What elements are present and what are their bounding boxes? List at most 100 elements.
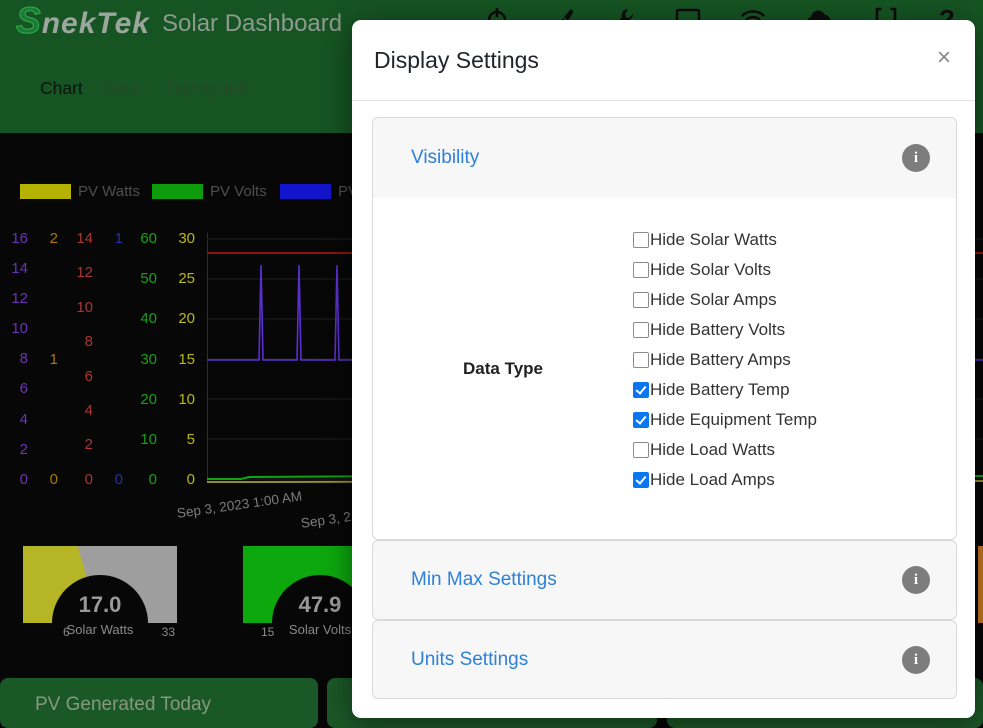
hide-checkbox-row[interactable]: Hide Solar Watts xyxy=(633,225,817,255)
checkbox[interactable] xyxy=(633,442,649,458)
axis-tick: 40 xyxy=(140,310,157,328)
gauge-partial-right xyxy=(978,546,983,646)
legend-swatch-green xyxy=(152,184,203,199)
units-settings-link[interactable]: Units Settings xyxy=(411,649,528,671)
tab-topograph[interactable]: Topograph xyxy=(166,78,249,99)
hide-checkbox-row[interactable]: Hide Load Amps xyxy=(633,465,817,495)
legend-swatch-blue xyxy=(280,184,331,199)
section-units-settings: Units Settings i xyxy=(372,620,957,699)
axis-tick: 1 xyxy=(114,230,123,247)
section-units-header[interactable]: Units Settings i xyxy=(373,621,956,699)
gauge-min: 15 xyxy=(261,625,275,639)
hide-checkbox-row[interactable]: Hide Battery Volts xyxy=(633,315,817,345)
axis-tick: 14 xyxy=(11,260,28,278)
legend-item-pv-volts[interactable]: PV Volts xyxy=(152,183,267,200)
solar-dashboard-page: SnekTek Solar Dashboard Chart Basic Topo… xyxy=(0,0,983,728)
axis-tick: 30 xyxy=(178,230,195,247)
x-axis-label: Sep 3, 2 xyxy=(300,509,352,531)
hide-checkbox-row[interactable]: Hide Equipment Temp xyxy=(633,405,817,435)
axis-tick: 50 xyxy=(140,270,157,288)
checkbox-label: Hide Battery Temp xyxy=(650,380,790,399)
axis-tick: 0 xyxy=(148,471,157,489)
display-settings-modal: Display Settings × Visibility i Data Typ… xyxy=(352,20,975,718)
legend-swatch-yellow xyxy=(20,184,71,199)
gauge-label: Solar Watts xyxy=(66,622,134,637)
tab-bar: Chart Basic Topograph xyxy=(40,78,248,99)
checkbox-label: Hide Solar Volts xyxy=(650,260,771,279)
visibility-link[interactable]: Visibility xyxy=(411,147,479,169)
checkbox-label: Hide Solar Amps xyxy=(650,290,777,309)
axis-tick: 4 xyxy=(84,401,93,419)
axis-tick: 6 xyxy=(19,380,28,398)
axis-tick: 30 xyxy=(140,350,157,368)
y-axis-yellow: 30 25 20 15 10 5 0 xyxy=(165,230,195,487)
checkbox[interactable] xyxy=(633,412,649,428)
legend-item-pv-amps[interactable]: PV xyxy=(280,183,358,200)
tab-basic[interactable]: Basic xyxy=(103,78,146,99)
gauge-max: 33 xyxy=(161,625,175,639)
hide-checkbox-row[interactable]: Hide Battery Amps xyxy=(633,345,817,375)
axis-tick: 14 xyxy=(76,230,93,247)
checkbox[interactable] xyxy=(633,352,649,368)
axis-tick: 20 xyxy=(178,310,195,328)
axis-tick: 10 xyxy=(11,320,28,338)
axis-tick: 16 xyxy=(11,230,28,247)
legend-item-pv-watts[interactable]: PV Watts xyxy=(20,183,140,200)
section-visibility-header[interactable]: Visibility i xyxy=(373,118,956,199)
checkbox[interactable] xyxy=(633,292,649,308)
axis-tick: 4 xyxy=(19,410,28,428)
hide-checkbox-row[interactable]: Hide Battery Temp xyxy=(633,375,817,405)
axis-tick: 0 xyxy=(84,470,93,488)
gauge-arc xyxy=(978,546,983,623)
checkbox-label: Hide Solar Watts xyxy=(650,230,777,249)
axis-tick: 8 xyxy=(84,333,93,351)
hide-checkbox-row[interactable]: Hide Solar Amps xyxy=(633,285,817,315)
hide-checkbox-row[interactable]: Hide Load Watts xyxy=(633,435,817,465)
y-axis-blue: 10 xyxy=(93,230,123,488)
checkbox-label: Hide Battery Volts xyxy=(650,320,786,339)
checkbox-label: Hide Battery Amps xyxy=(650,350,791,369)
checkbox[interactable] xyxy=(633,472,649,488)
axis-tick: 2 xyxy=(19,440,28,458)
axis-tick: 15 xyxy=(178,350,195,368)
gauge-solar-watts: 17.0 Solar Watts 6 33 xyxy=(23,546,177,671)
axis-tick: 12 xyxy=(11,290,28,308)
x-axis-label: Sep 3, 2023 1:00 AM xyxy=(176,488,303,521)
checkbox-label: Hide Load Watts xyxy=(650,440,776,459)
checkbox-list: Hide Solar Watts Hide Solar Volts Hide Sol… xyxy=(633,198,817,539)
hide-checkbox-row[interactable]: Hide Solar Volts xyxy=(633,255,817,285)
y-axis-red: 14 12 10 8 6 4 2 0 xyxy=(63,230,93,488)
checkbox[interactable] xyxy=(633,322,649,338)
axis-tick: 12 xyxy=(76,264,93,282)
axis-tick: 2 xyxy=(84,436,93,454)
info-icon[interactable]: i xyxy=(902,144,930,172)
panel-pv-generated-today: PV Generated Today xyxy=(0,678,318,728)
gauge-value: 17.0 xyxy=(78,592,122,617)
checkbox[interactable] xyxy=(633,232,649,248)
checkbox[interactable] xyxy=(633,382,649,398)
axis-tick: 25 xyxy=(178,270,195,288)
y-axis-purple: 16 14 12 10 8 6 4 2 0 xyxy=(0,230,28,487)
min-max-settings-link[interactable]: Min Max Settings xyxy=(411,569,557,591)
axis-tick: 10 xyxy=(76,298,93,316)
section-min-max-settings: Min Max Settings i xyxy=(372,540,957,620)
checkbox-label: Hide Equipment Temp xyxy=(650,410,817,429)
section-min-max-header[interactable]: Min Max Settings i xyxy=(373,541,956,619)
modal-header: Display Settings × xyxy=(352,20,975,101)
axis-tick: 6 xyxy=(84,367,93,385)
axis-tick: 1 xyxy=(49,350,58,368)
panel-title: PV Generated Today xyxy=(35,694,212,715)
section-visibility: Visibility i Data Type Hide Solar Watts H… xyxy=(372,117,957,540)
close-icon[interactable]: × xyxy=(937,46,951,70)
tab-chart[interactable]: Chart xyxy=(40,78,83,99)
axis-tick: 0 xyxy=(49,471,58,488)
axis-tick: 60 xyxy=(140,230,157,247)
data-type-label: Data Type xyxy=(463,358,543,378)
y-axis-green: 60 50 40 30 20 10 0 xyxy=(127,230,157,489)
axis-tick: 0 xyxy=(114,471,123,488)
checkbox[interactable] xyxy=(633,262,649,278)
info-icon[interactable]: i xyxy=(902,566,930,594)
info-icon[interactable]: i xyxy=(902,646,930,674)
y-axis-orange: 2 1 0 xyxy=(28,231,58,488)
axis-tick: 20 xyxy=(140,390,157,408)
